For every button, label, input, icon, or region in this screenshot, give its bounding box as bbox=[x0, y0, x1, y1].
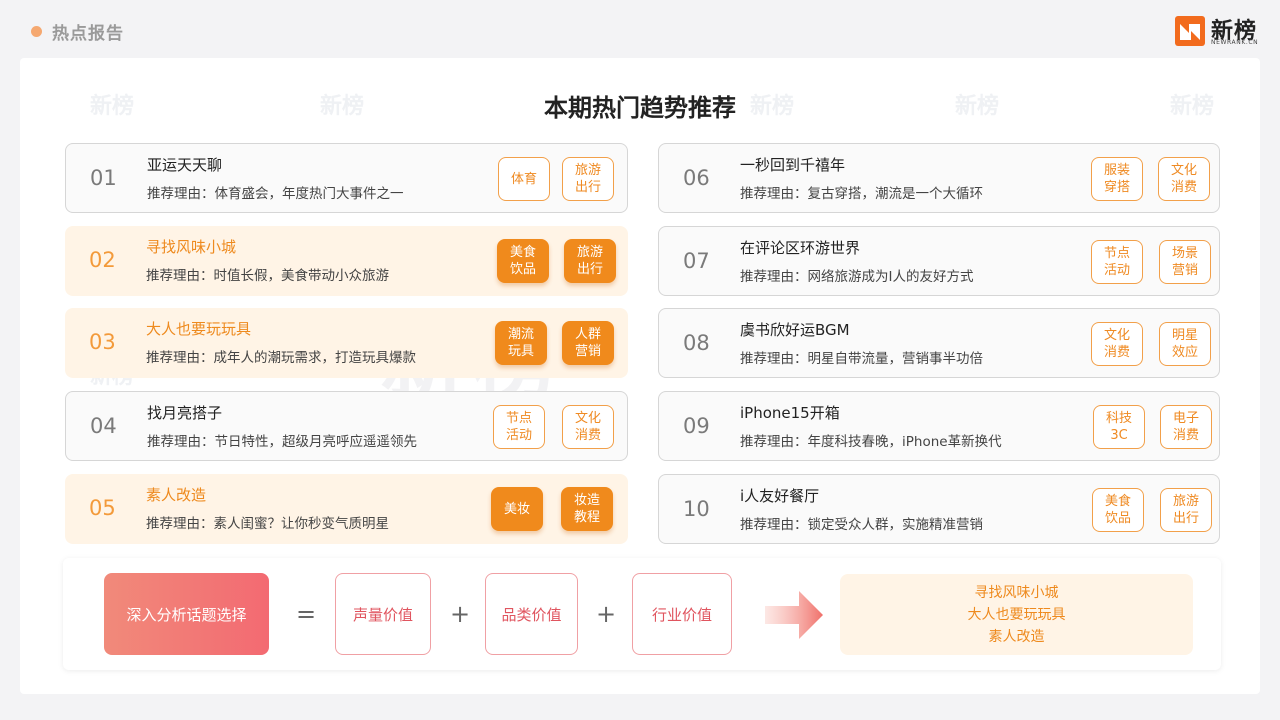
category-tag: 文化 消费 bbox=[1158, 157, 1210, 201]
category-tag: 美食 饮品 bbox=[1092, 488, 1144, 532]
trend-topic: i人友好餐厅 bbox=[740, 487, 820, 505]
category-tag: 节点 活动 bbox=[493, 405, 545, 449]
trend-card: 04 找月亮搭子 推荐理由：节日特性，超级月亮呼应遥遥领先 节点 活动 文化 消… bbox=[65, 391, 628, 461]
category-tag: 场景 营销 bbox=[1159, 240, 1211, 284]
trend-topic: 虞书欣好运BGM bbox=[740, 321, 850, 339]
trend-topic: 亚运天天聊 bbox=[147, 156, 223, 174]
category-tag: 服装 穿搭 bbox=[1091, 157, 1143, 201]
category-tag: 文化 消费 bbox=[562, 405, 614, 449]
category-tag: 美食 饮品 bbox=[497, 239, 549, 283]
trend-reason: 推荐理由：复古穿搭，潮流是一个大循环 bbox=[740, 186, 983, 202]
right-arrow-icon bbox=[765, 591, 823, 639]
trend-number: 09 bbox=[683, 414, 710, 438]
value-box-category: 品类价值 bbox=[485, 573, 578, 655]
trend-card: 01 亚运天天聊 推荐理由：体育盛会，年度热门大事件之一 体育 旅游 出行 bbox=[65, 143, 628, 213]
trend-reason: 推荐理由：体育盛会，年度热门大事件之一 bbox=[147, 186, 404, 202]
category-tag: 电子 消费 bbox=[1160, 405, 1212, 449]
trend-card: 02 寻找风味小城 推荐理由：时值长假，美食带动小众旅游 美食 饮品 旅游 出行 bbox=[65, 226, 628, 296]
trend-topic: 找月亮搭子 bbox=[147, 404, 223, 422]
newrank-logo: 新榜 NEWRANK.CN bbox=[1175, 14, 1267, 48]
category-tag: 美妆 bbox=[491, 487, 543, 531]
category-tag: 明星 效应 bbox=[1159, 322, 1211, 366]
trend-topic: 寻找风味小城 bbox=[146, 238, 237, 256]
category-tag: 科技 3C bbox=[1093, 405, 1145, 449]
page-header: 热点报告 新榜 NEWRANK.CN bbox=[0, 0, 1280, 58]
plus-sign: + bbox=[450, 600, 471, 628]
category-tag: 节点 活动 bbox=[1091, 240, 1143, 284]
trend-number: 07 bbox=[683, 249, 710, 273]
plus-sign: + bbox=[596, 600, 617, 628]
trend-number: 06 bbox=[683, 166, 710, 190]
trend-reason: 推荐理由：锁定受众人群，实施精准营销 bbox=[740, 517, 983, 533]
trend-topic: 素人改造 bbox=[146, 486, 207, 504]
trend-number: 01 bbox=[90, 166, 117, 190]
trend-number: 05 bbox=[89, 496, 116, 520]
newrank-logo-icon bbox=[1175, 16, 1205, 46]
trend-card: 09 iPhone15开箱 推荐理由：年度科技春晚，iPhone革新换代 科技 … bbox=[658, 391, 1220, 461]
trend-card: 06 一秒回到千禧年 推荐理由：复古穿搭，潮流是一个大循环 服装 穿搭 文化 消… bbox=[658, 143, 1220, 213]
trend-topic: 在评论区环游世界 bbox=[740, 239, 861, 257]
trend-reason: 推荐理由：素人闺蜜？让你秒变气质明星 bbox=[146, 516, 389, 532]
category-tag: 潮流 玩具 bbox=[495, 321, 547, 365]
trend-topic: iPhone15开箱 bbox=[740, 404, 840, 422]
trend-card: 07 在评论区环游世界 推荐理由：网络旅游成为I人的友好方式 节点 活动 场景 … bbox=[658, 226, 1220, 296]
trend-card: 10 i人友好餐厅 推荐理由：锁定受众人群，实施精准营销 美食 饮品 旅游 出行 bbox=[658, 474, 1220, 544]
report-label: 热点报告 bbox=[52, 24, 124, 44]
trend-topic: 大人也要玩玩具 bbox=[146, 320, 252, 338]
value-box-industry: 行业价值 bbox=[632, 573, 732, 655]
trend-number: 08 bbox=[683, 331, 710, 355]
category-tag: 旅游 出行 bbox=[564, 239, 616, 283]
trend-reason: 推荐理由：时值长假，美食带动小众旅游 bbox=[146, 268, 389, 284]
trend-reason: 推荐理由：明星自带流量，营销事半功倍 bbox=[740, 351, 983, 367]
trend-reason: 推荐理由：节日特性，超级月亮呼应遥遥领先 bbox=[147, 434, 417, 450]
trend-card: 08 虞书欣好运BGM 推荐理由：明星自带流量，营销事半功倍 文化 消费 明星 … bbox=[658, 308, 1220, 378]
trend-reason: 推荐理由：成年人的潮玩需求，打造玩具爆款 bbox=[146, 350, 416, 366]
trend-card: 03 大人也要玩玩具 推荐理由：成年人的潮玩需求，打造玩具爆款 潮流 玩具 人群… bbox=[65, 308, 628, 378]
result-item: 素人改造 bbox=[988, 628, 1045, 645]
result-item: 寻找风味小城 bbox=[974, 584, 1059, 601]
logo-subtext: NEWRANK.CN bbox=[1211, 39, 1259, 46]
result-box: 寻找风味小城 大人也要玩玩具 素人改造 bbox=[840, 574, 1193, 655]
category-tag: 旅游 出行 bbox=[1160, 488, 1212, 532]
trend-number: 03 bbox=[89, 330, 116, 354]
page-title: 本期热门趋势推荐 bbox=[544, 94, 736, 122]
equals-sign: = bbox=[296, 600, 317, 628]
trend-topic: 一秒回到千禧年 bbox=[740, 156, 846, 174]
category-tag: 文化 消费 bbox=[1091, 322, 1143, 366]
trend-number: 04 bbox=[90, 414, 117, 438]
result-item: 大人也要玩玩具 bbox=[967, 606, 1066, 623]
trend-card: 05 素人改造 推荐理由：素人闺蜜？让你秒变气质明星 美妆 妆造 教程 bbox=[65, 474, 628, 544]
category-tag: 旅游 出行 bbox=[562, 157, 614, 201]
analyze-topic-box: 深入分析话题选择 bbox=[104, 573, 269, 655]
category-tag: 体育 bbox=[498, 157, 550, 201]
trend-reason: 推荐理由：网络旅游成为I人的友好方式 bbox=[740, 269, 974, 285]
trend-number: 02 bbox=[89, 248, 116, 272]
trend-reason: 推荐理由：年度科技春晚，iPhone革新换代 bbox=[740, 434, 1002, 450]
bullet-dot bbox=[31, 26, 42, 37]
trend-number: 10 bbox=[683, 497, 710, 521]
value-box-volume: 声量价值 bbox=[335, 573, 431, 655]
category-tag: 妆造 教程 bbox=[561, 487, 613, 531]
category-tag: 人群 营销 bbox=[562, 321, 614, 365]
